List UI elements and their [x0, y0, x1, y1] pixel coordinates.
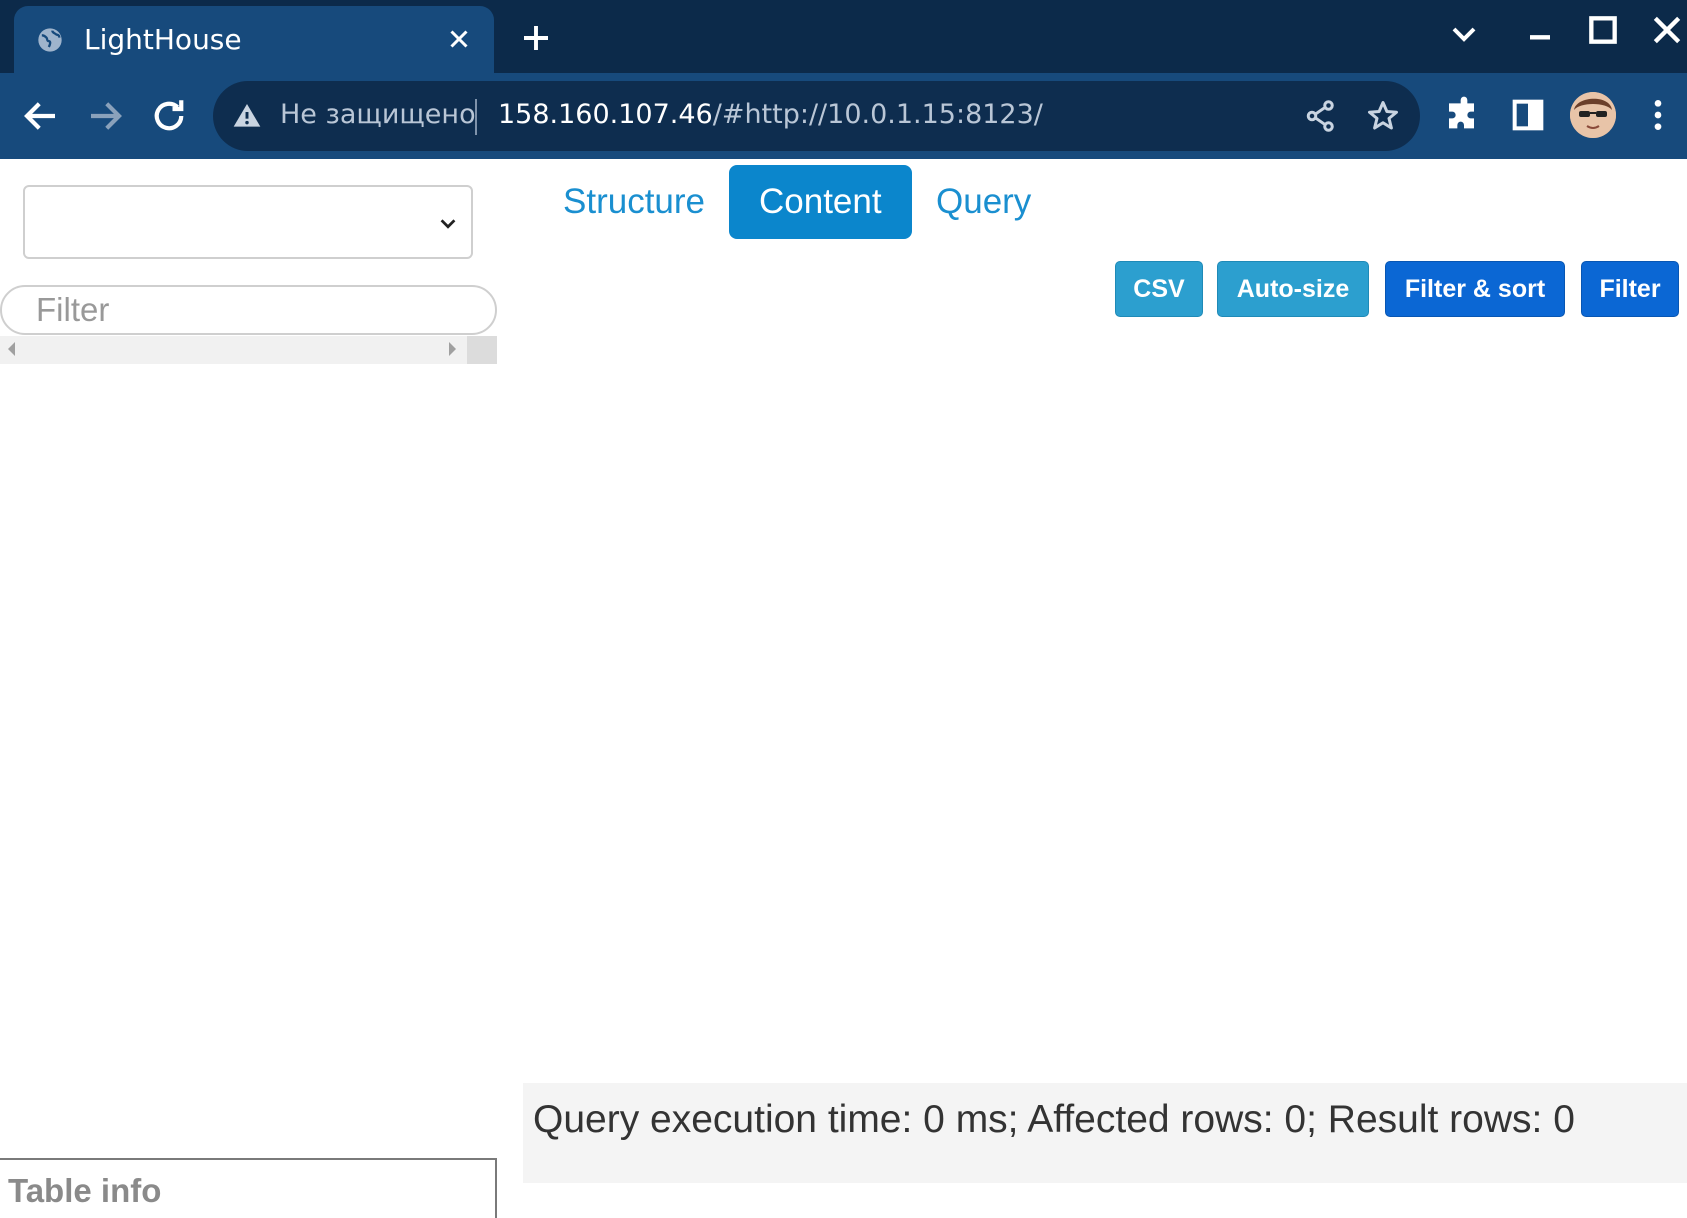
query-status-bar: Query execution time: 0 ms; Affected row…: [523, 1083, 1687, 1183]
address-bar[interactable]: Не защищено 158.160.107.46/#http://10.0.…: [213, 81, 1420, 151]
url-host: 158.160.107.46: [498, 99, 713, 130]
url-text[interactable]: 158.160.107.46/#http://10.0.1.15:8123/: [498, 99, 1043, 130]
tab-structure[interactable]: Structure: [533, 165, 735, 239]
maximize-icon[interactable]: [1583, 10, 1623, 50]
query-status-text: Query execution time: 0 ms; Affected row…: [533, 1098, 1575, 1141]
chevron-down-icon[interactable]: [1444, 14, 1484, 54]
autosize-button[interactable]: Auto-size: [1217, 261, 1369, 317]
separator: [475, 99, 477, 135]
browser-tab[interactable]: LightHouse: [14, 6, 494, 73]
close-icon[interactable]: [1647, 10, 1687, 50]
csv-button[interactable]: CSV: [1115, 261, 1203, 317]
extensions-icon[interactable]: [1444, 95, 1484, 135]
minimize-icon[interactable]: [1520, 14, 1560, 54]
side-panel-icon[interactable]: [1508, 95, 1548, 135]
forward-icon[interactable]: [84, 95, 126, 137]
reload-icon[interactable]: [148, 95, 190, 137]
avatar-face: [1570, 92, 1616, 138]
page-content: Table info Structure Content Query CSV A…: [0, 159, 1687, 1218]
scroll-right-arrow[interactable]: [449, 342, 456, 356]
star-icon[interactable]: [1365, 98, 1401, 134]
back-icon[interactable]: [20, 95, 62, 137]
menu-icon[interactable]: [1638, 95, 1678, 135]
scrollbar-corner: [467, 336, 497, 364]
filter-sort-button[interactable]: Filter & sort: [1385, 261, 1565, 317]
table-info-label: Table info: [8, 1172, 162, 1209]
sidebar-horizontal-scrollbar[interactable]: [0, 336, 497, 364]
share-icon[interactable]: [1303, 98, 1339, 134]
tab-title: LightHouse: [84, 23, 242, 56]
url-path: /#http://10.0.1.15:8123/: [712, 99, 1043, 130]
chevron-down-icon: [440, 219, 456, 229]
tab-content[interactable]: Content: [729, 165, 912, 239]
plus-icon[interactable]: [518, 20, 554, 56]
insecure-label[interactable]: Не защищено: [280, 99, 476, 130]
warning-icon[interactable]: [231, 100, 263, 132]
database-select[interactable]: [23, 185, 473, 259]
table-info-panel: Table info: [0, 1158, 497, 1218]
profile-avatar[interactable]: [1570, 92, 1616, 138]
browser-tabstrip: LightHouse: [0, 0, 1687, 73]
browser-toolbar: Не защищено 158.160.107.46/#http://10.0.…: [0, 73, 1687, 159]
globe-icon: [38, 28, 62, 52]
filter-button[interactable]: Filter: [1581, 261, 1679, 317]
tab-query[interactable]: Query: [906, 165, 1061, 239]
close-icon[interactable]: [444, 24, 474, 54]
scroll-left-arrow[interactable]: [8, 342, 15, 356]
table-filter-input[interactable]: [0, 285, 497, 335]
